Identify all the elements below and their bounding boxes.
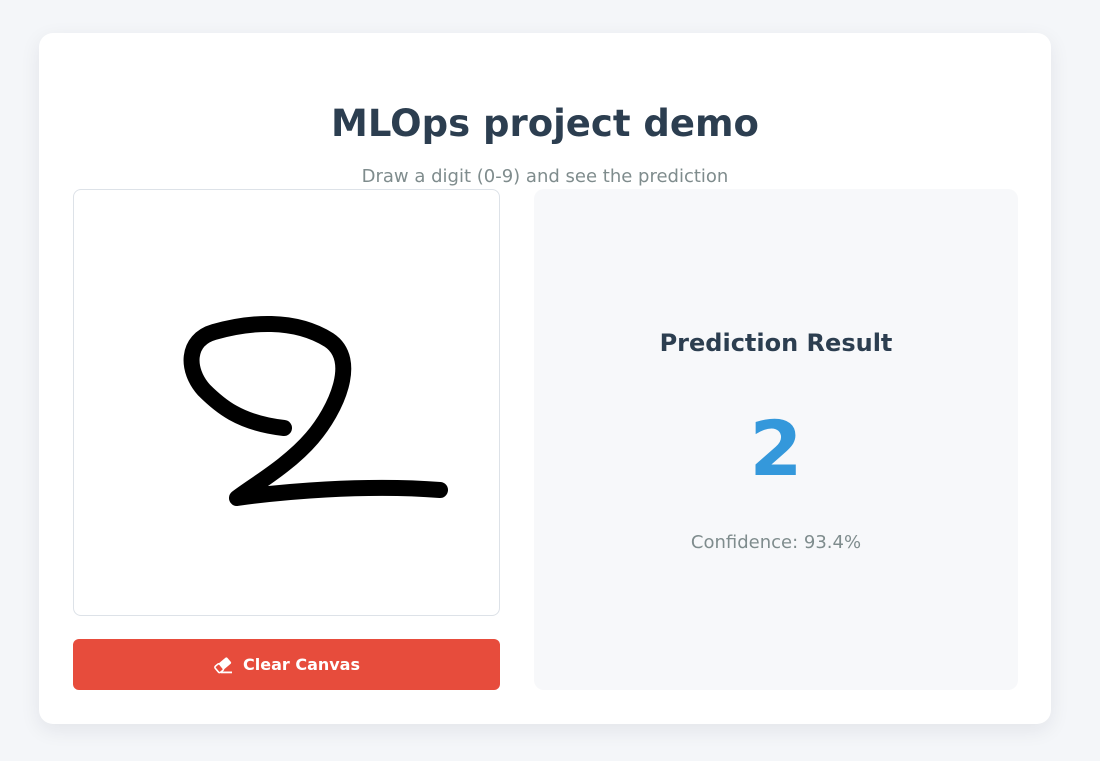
clear-canvas-label: Clear Canvas (242, 655, 360, 674)
prediction-panel: Prediction Result 2 Confidence: 93.4% (534, 189, 1018, 690)
predicted-digit: 2 (749, 404, 803, 493)
eraser-icon (213, 656, 233, 674)
prediction-title: Prediction Result (659, 329, 893, 357)
page-title: MLOps project demo (331, 102, 759, 145)
handwritten-digit-drawing (183, 316, 448, 506)
clear-canvas-button[interactable]: Clear Canvas (73, 639, 500, 690)
drawing-canvas[interactable] (73, 189, 500, 616)
confidence-text: Confidence: 93.4% (690, 532, 862, 553)
page-subtitle: Draw a digit (0-9) and see the predictio… (361, 166, 729, 187)
